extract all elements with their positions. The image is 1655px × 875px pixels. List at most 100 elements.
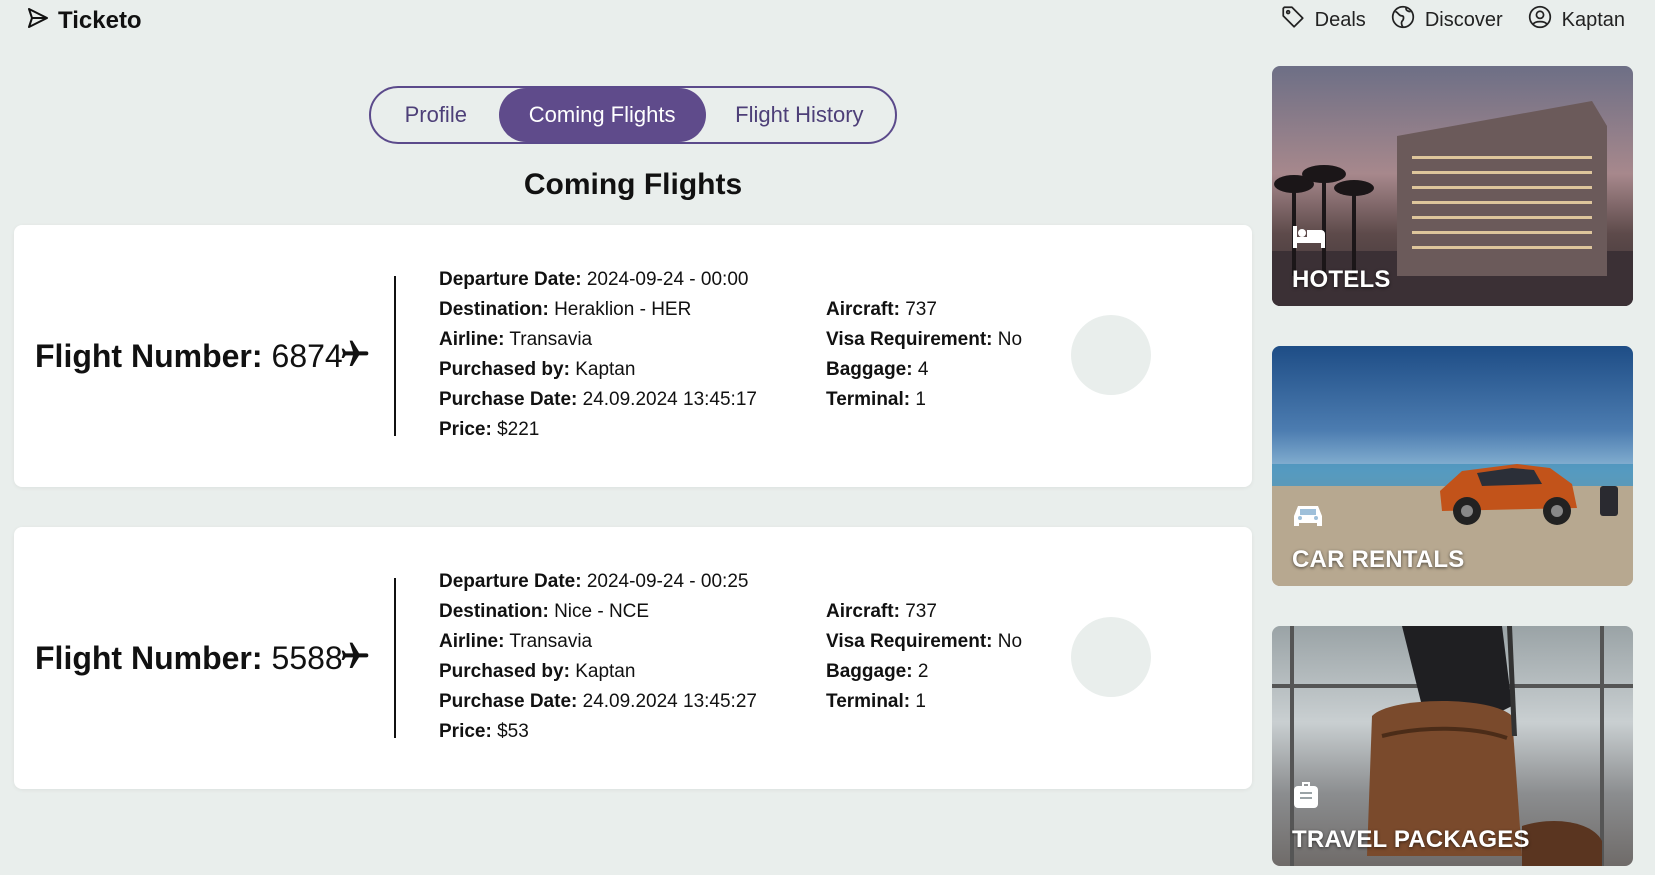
departure-date-row: Departure Date: 2024-09-24 - 00:25 (439, 567, 757, 597)
purchase-date-value: 24.09.2024 13:45:27 (582, 691, 757, 712)
bed-icon (1292, 224, 1326, 253)
baggage-row: Baggage: 4 (826, 355, 1022, 385)
aircraft-value: 737 (905, 601, 937, 622)
airline-logo-placeholder (1071, 617, 1151, 697)
flight-details: Departure Date: 2024-09-24 - 00:00 Desti… (439, 265, 757, 445)
profile-tabs: Profile Coming Flights Flight History (369, 86, 897, 144)
purchase-date-row: Purchase Date: 24.09.2024 13:45:27 (439, 687, 757, 717)
flight-number-value: 6874 (271, 338, 343, 374)
baggage-row: Baggage: 2 (826, 657, 1022, 687)
airplane-icon (339, 640, 371, 677)
page-title: Coming Flights (523, 168, 743, 201)
aircraft-details: Aircraft: 737 Visa Requirement: No Bagga… (826, 597, 1022, 717)
nav-deals-label: Deals (1314, 8, 1366, 31)
purchased-by-row: Purchased by: Kaptan (439, 355, 757, 385)
purchased-by-label: Purchased by: (439, 661, 570, 682)
departure-date-row: Departure Date: 2024-09-24 - 00:00 (439, 265, 757, 295)
airline-label: Airline: (439, 329, 505, 350)
promo-hotels-label: HOTELS (1292, 266, 1391, 293)
nav-discover-label: Discover (1424, 8, 1503, 31)
flight-card: Flight Number: 6874 Departure Date: 2024… (14, 225, 1252, 487)
send-icon (26, 6, 50, 35)
terminal-label: Terminal: (826, 389, 911, 410)
tab-coming-flights[interactable]: Coming Flights (498, 88, 706, 142)
airline-row: Airline: Transavia (439, 627, 757, 657)
airline-row: Airline: Transavia (439, 325, 757, 355)
aircraft-row: Aircraft: 737 (826, 295, 1022, 325)
divider (394, 578, 396, 738)
flight-details: Departure Date: 2024-09-24 - 00:25 Desti… (439, 567, 757, 747)
baggage-value: 2 (917, 661, 929, 682)
promo-travel-packages[interactable]: TRAVEL PACKAGES (1272, 626, 1633, 866)
flight-number-label: Flight Number: (35, 640, 263, 676)
flight-number-label: Flight Number: (35, 338, 263, 374)
baggage-value: 4 (917, 359, 929, 380)
destination-value: Nice - NCE (554, 601, 650, 622)
tab-profile[interactable]: Profile (373, 88, 499, 142)
tab-flight-history[interactable]: Flight History (706, 88, 893, 142)
destination-label: Destination: (439, 299, 549, 320)
airplane-icon (339, 338, 371, 375)
top-nav: Deals Discover Kaptan (1280, 4, 1625, 36)
purchased-by-row: Purchased by: Kaptan (439, 657, 757, 687)
visa-value: No (997, 329, 1023, 350)
nav-account-label: Kaptan (1561, 8, 1625, 31)
destination-row: Destination: Nice - NCE (439, 597, 757, 627)
departure-date-value: 2024-09-24 - 00:00 (586, 269, 749, 290)
visa-label: Visa Requirement: (826, 631, 993, 652)
terminal-row: Terminal: 1 (826, 687, 1022, 717)
terminal-value: 1 (915, 389, 926, 410)
nav-deals[interactable]: Deals (1280, 4, 1366, 36)
airline-value: Transavia (509, 329, 593, 350)
aircraft-value: 737 (905, 299, 937, 320)
purchased-by-value: Kaptan (575, 359, 636, 380)
airline-logo-placeholder (1071, 315, 1151, 395)
purchased-by-label: Purchased by: (439, 359, 570, 380)
aircraft-label: Aircraft: (826, 601, 900, 622)
divider (394, 276, 396, 436)
baggage-label: Baggage: (826, 359, 913, 380)
departure-date-value: 2024-09-24 - 00:25 (586, 571, 749, 592)
brand[interactable]: Ticketo (26, 6, 142, 35)
purchase-date-row: Purchase Date: 24.09.2024 13:45:17 (439, 385, 757, 415)
aircraft-details: Aircraft: 737 Visa Requirement: No Bagga… (826, 295, 1022, 415)
flight-card: Flight Number: 5588 Departure Date: 2024… (14, 527, 1252, 789)
price-label: Price: (439, 721, 492, 742)
suitcase-icon (1292, 780, 1320, 815)
car-icon (1292, 502, 1324, 535)
flight-number: Flight Number: 6874 (35, 338, 343, 375)
visa-row: Visa Requirement: No (826, 627, 1022, 657)
price-value: $53 (497, 721, 529, 742)
departure-date-label: Departure Date: (439, 571, 582, 592)
brand-name: Ticketo (58, 6, 142, 34)
globe-icon (1390, 4, 1416, 36)
visa-row: Visa Requirement: No (826, 325, 1022, 355)
terminal-label: Terminal: (826, 691, 911, 712)
airline-value: Transavia (509, 631, 593, 652)
purchase-date-label: Purchase Date: (439, 389, 578, 410)
price-row: Price: $221 (439, 415, 757, 445)
destination-value: Heraklion - HER (554, 299, 692, 320)
user-circle-icon (1527, 4, 1553, 36)
promo-travel-packages-label: TRAVEL PACKAGES (1292, 826, 1530, 853)
terminal-row: Terminal: 1 (826, 385, 1022, 415)
baggage-label: Baggage: (826, 661, 913, 682)
aircraft-row: Aircraft: 737 (826, 597, 1022, 627)
flight-number-value: 5588 (271, 640, 343, 676)
nav-account[interactable]: Kaptan (1527, 4, 1625, 36)
departure-date-label: Departure Date: (439, 269, 582, 290)
visa-value: No (997, 631, 1023, 652)
promo-car-rentals[interactable]: CAR RENTALS (1272, 346, 1633, 586)
tag-icon (1280, 4, 1306, 36)
nav-discover[interactable]: Discover (1390, 4, 1503, 36)
flight-number: Flight Number: 5588 (35, 640, 343, 677)
aircraft-label: Aircraft: (826, 299, 900, 320)
promo-hotels[interactable]: HOTELS (1272, 66, 1633, 306)
terminal-value: 1 (915, 691, 926, 712)
destination-label: Destination: (439, 601, 549, 622)
price-row: Price: $53 (439, 717, 757, 747)
purchase-date-value: 24.09.2024 13:45:17 (582, 389, 757, 410)
purchase-date-label: Purchase Date: (439, 691, 578, 712)
purchased-by-value: Kaptan (575, 661, 636, 682)
promo-car-rentals-label: CAR RENTALS (1292, 546, 1465, 573)
